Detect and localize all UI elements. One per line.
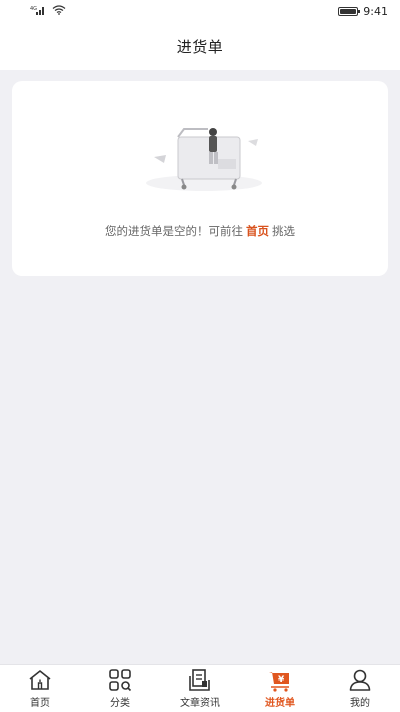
empty-cart-card: 您的进货单是空的！可前往 首页 挑选 (12, 81, 388, 276)
empty-cart-illustration (146, 128, 262, 191)
home-link[interactable]: 首页 (246, 224, 269, 238)
tab-label-articles: 文章资讯 (180, 698, 220, 709)
article-icon (189, 669, 210, 691)
cart-icon: ¥ (269, 672, 289, 692)
home-icon (29, 670, 51, 690)
tab-label-category: 分类 (110, 698, 130, 709)
battery-icon (338, 6, 361, 16)
tab-cart[interactable]: ¥ 进货单 (240, 665, 320, 712)
tab-category[interactable]: 分类 (80, 665, 160, 712)
nav-bar: 进货单 (0, 22, 400, 70)
user-icon (349, 669, 371, 691)
signal-icon: 4G (30, 5, 46, 18)
tab-label-home: 首页 (30, 698, 50, 709)
tab-mine[interactable]: 我的 (320, 665, 400, 712)
tab-articles[interactable]: 文章资讯 (160, 665, 240, 712)
wifi-icon (52, 4, 66, 18)
network-label: 4G (30, 6, 37, 12)
svg-text:¥: ¥ (278, 675, 285, 685)
empty-message-after: 挑选 (272, 224, 295, 238)
tab-home[interactable]: 首页 (0, 665, 80, 712)
tab-label-mine: 我的 (350, 698, 370, 709)
status-left: 4G (30, 4, 66, 18)
category-icon (109, 669, 132, 692)
status-bar: 4G 9:41 (0, 0, 400, 22)
status-right: 9:41 (338, 5, 388, 18)
empty-cart-message: 您的进货单是空的！可前往 首页 挑选 (12, 223, 388, 239)
empty-message-before: 您的进货单是空的！可前往 (105, 224, 243, 238)
page-title: 进货单 (176, 37, 224, 56)
tab-label-cart: 进货单 (265, 698, 295, 709)
bottom-tab-bar: 首页 分类 文章资讯 ¥ 进货单 我的 (0, 664, 400, 712)
status-time: 9:41 (363, 4, 388, 18)
